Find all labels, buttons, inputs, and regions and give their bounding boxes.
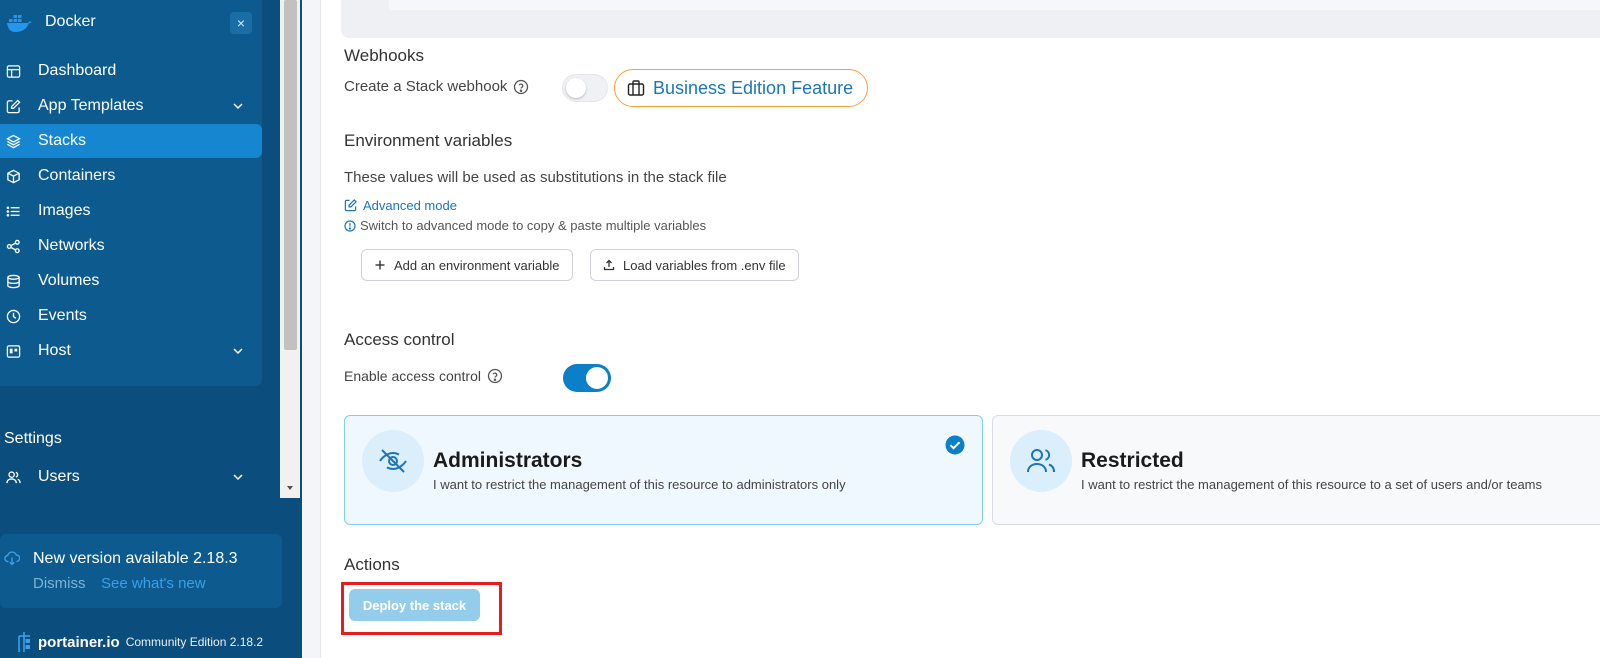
sidebar-item-label: Users (38, 468, 80, 485)
sidebar-item-label: Stacks (38, 132, 87, 149)
dismiss-link[interactable]: Dismiss (33, 575, 86, 592)
sidebar-item-label: Volumes (38, 272, 100, 289)
advanced-mode-link[interactable]: Advanced mode (344, 198, 457, 213)
restricted-option-card[interactable]: Restricted I want to restrict the manage… (992, 415, 1600, 525)
dashboard-icon (4, 62, 22, 80)
editor-bottom-strip (341, 0, 1600, 38)
business-edition-badge[interactable]: Business Edition Feature (614, 69, 868, 107)
restricted-icon-circle (1010, 430, 1072, 492)
sidebar-item-label: Host (38, 342, 71, 359)
administrators-icon-circle (362, 430, 424, 492)
scroll-down-arrow-icon[interactable] (284, 482, 296, 494)
sidebar-item-label: Images (38, 202, 91, 219)
clock-icon (4, 307, 22, 325)
eye-off-icon (379, 449, 407, 473)
add-env-variable-button[interactable]: Add an environment variable (361, 249, 573, 281)
sidebar-item-events[interactable]: Events (0, 299, 262, 333)
sidebar-scroll-area: Docker × Dashboard App Templates Stacks … (0, 0, 280, 498)
advanced-mode-hint: Switch to advanced mode to copy & paste … (344, 218, 706, 233)
sidebar-item-users[interactable]: Users (0, 460, 262, 494)
restricted-title: Restricted (1081, 449, 1184, 472)
environment-block: Docker × Dashboard App Templates Stacks … (0, 0, 262, 386)
editor-inner (389, 0, 1600, 10)
briefcase-icon (627, 80, 645, 96)
cloud-download-icon (4, 551, 20, 566)
portainer-footer: portainer.io Community Edition 2.18.2 (16, 630, 263, 654)
content-panel (320, 0, 1600, 658)
sidebar-item-label: Networks (38, 237, 105, 254)
sidebar-item-label: Events (38, 307, 87, 324)
settings-section-title: Settings (4, 430, 62, 447)
database-icon (4, 272, 22, 290)
enable-access-control-label: Enable access control (344, 368, 481, 384)
webhooks-title: Webhooks (344, 46, 425, 65)
edit-icon (344, 199, 357, 212)
administrators-option-card[interactable]: Administrators I want to restrict the ma… (344, 415, 983, 525)
box-icon (4, 167, 22, 185)
check-circle-icon (945, 435, 965, 455)
layers-icon (4, 132, 22, 150)
upload-icon (603, 259, 615, 271)
enable-access-control-row: Enable access control (344, 368, 503, 384)
sidebar-item-stacks[interactable]: Stacks (0, 124, 262, 158)
advanced-mode-hint-text: Switch to advanced mode to copy & paste … (360, 218, 707, 233)
webhook-toggle[interactable] (562, 74, 608, 102)
env-vars-description: These values will be used as substitutio… (344, 169, 727, 186)
sidebar-item-networks[interactable]: Networks (0, 229, 262, 263)
info-icon (344, 219, 356, 232)
business-edition-label: Business Edition Feature (653, 77, 854, 98)
restricted-description: I want to restrict the management of thi… (1081, 477, 1542, 492)
access-control-title: Access control (344, 330, 455, 349)
brand-edition: Community Edition 2.18.2 (125, 635, 264, 649)
sidebar-item-containers[interactable]: Containers (0, 159, 262, 193)
chevron-down-icon[interactable] (232, 345, 244, 357)
sidebar-item-label: Containers (38, 167, 116, 184)
help-icon[interactable] (513, 79, 529, 95)
plus-icon (375, 260, 385, 270)
close-environment-button[interactable]: × (230, 12, 252, 34)
list-icon (4, 202, 22, 220)
help-icon[interactable] (487, 368, 503, 384)
main-content: Webhooks Create a Stack webhook Business… (302, 0, 1600, 658)
webhook-label-row: Create a Stack webhook (344, 78, 529, 95)
update-text: New version available 2.18.3 (33, 550, 238, 567)
advanced-mode-label: Advanced mode (363, 198, 457, 213)
administrators-title: Administrators (433, 449, 583, 472)
sidebar-item-volumes[interactable]: Volumes (0, 264, 262, 298)
host-icon (4, 342, 22, 360)
update-notification: New version available 2.18.3 Dismiss See… (0, 534, 282, 608)
load-env-file-button[interactable]: Load variables from .env file (590, 249, 799, 281)
env-vars-title: Environment variables (344, 131, 513, 150)
administrators-description: I want to restrict the management of thi… (433, 477, 846, 492)
docker-logo-icon (7, 15, 32, 32)
edit-icon (4, 97, 22, 115)
chevron-down-icon[interactable] (232, 471, 244, 483)
sidebar-item-host[interactable]: Host (0, 334, 262, 368)
users-icon (1027, 449, 1055, 473)
sidebar-item-label: App Templates (38, 97, 144, 114)
toggle-knob (586, 367, 608, 389)
access-control-toggle[interactable] (563, 364, 611, 392)
actions-title: Actions (344, 555, 400, 574)
load-env-file-label: Load variables from .env file (623, 257, 786, 273)
sidebar-item-label: Dashboard (38, 62, 117, 79)
toggle-knob (566, 78, 586, 98)
environment-name: Docker (45, 13, 96, 30)
sidebar-scrollbar-thumb[interactable] (284, 0, 297, 350)
sidebar-item-app-templates[interactable]: App Templates (0, 89, 262, 123)
sidebar-item-dashboard[interactable]: Dashboard (0, 54, 262, 88)
share-icon (4, 237, 22, 255)
environment-header: Docker × (0, 0, 262, 46)
webhook-label: Create a Stack webhook (344, 78, 508, 95)
chevron-down-icon[interactable] (232, 100, 244, 112)
sidebar: Docker × Dashboard App Templates Stacks … (0, 0, 302, 658)
portainer-logo-icon (18, 632, 30, 652)
highlight-annotation (341, 582, 502, 635)
whats-new-link[interactable]: See what's new (101, 575, 206, 592)
sidebar-item-images[interactable]: Images (0, 194, 262, 228)
add-env-variable-label: Add an environment variable (394, 257, 560, 273)
brand-name: portainer.io (38, 633, 120, 651)
users-icon (4, 468, 22, 486)
